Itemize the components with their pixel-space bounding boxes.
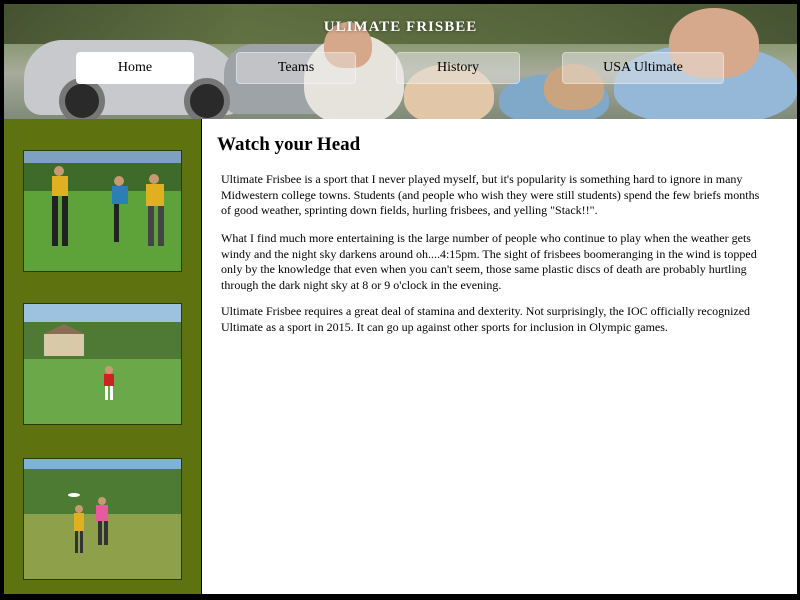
nav-teams-button[interactable]: Teams [236,52,356,84]
main-content: Watch your Head Ultimate Frisbee is a sp… [202,119,797,594]
nav-history-button[interactable]: History [396,52,520,84]
sidebar-photo-3 [23,458,182,580]
header-banner: ULIMATE FRISBEE Home Teams History USA U… [4,4,797,119]
banner-wheel [59,78,105,119]
nav-home-button[interactable]: Home [76,52,194,84]
sidebar [4,119,201,594]
content-paragraph-1: Ultimate Frisbee is a sport that I never… [221,172,760,217]
banner-wheel [184,78,230,119]
player-throwing-frisbee-photo [24,304,181,424]
nav-usa-ultimate-button[interactable]: USA Ultimate [562,52,724,84]
site-title: ULIMATE FRISBEE [323,19,478,35]
content-paragraph-2: What I find much more entertaining is th… [221,231,757,292]
page-heading: Watch your Head [217,134,361,155]
content-paragraph-3: Ultimate Frisbee requires a great deal o… [221,304,751,334]
sidebar-photo-2 [23,303,182,425]
player-jumping-for-disc-photo [24,459,181,579]
bottom-frame-edge [0,594,800,600]
players-in-yellow-jerseys-photo [24,151,181,271]
sidebar-photo-1 [23,150,182,272]
